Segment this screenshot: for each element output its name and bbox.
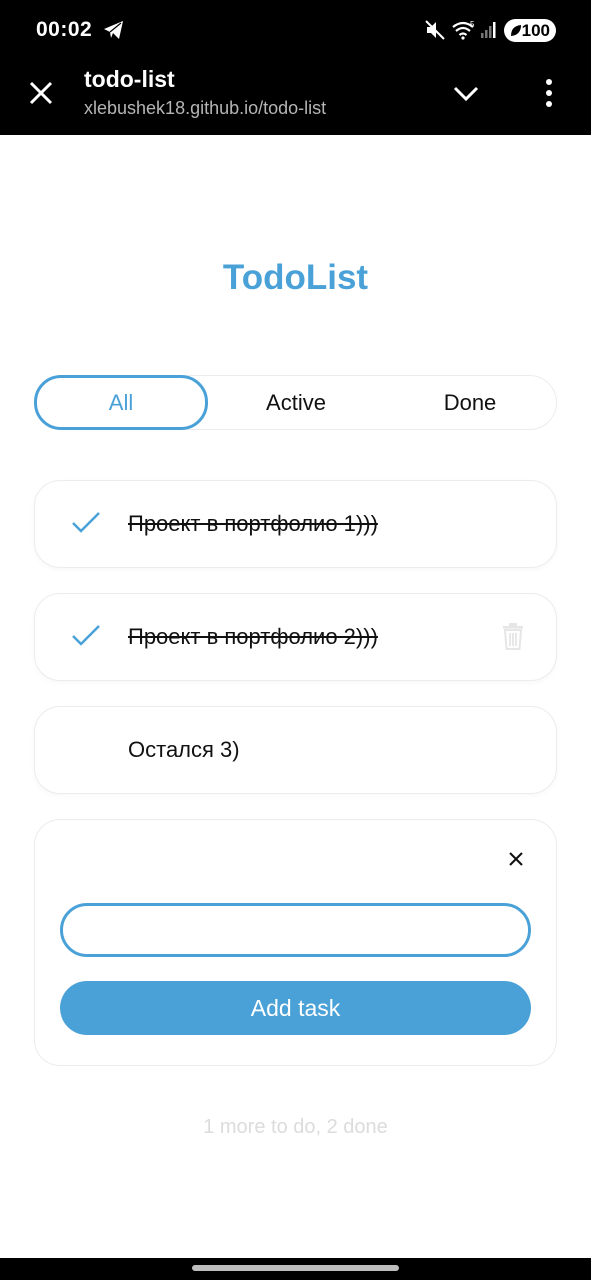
page-title: todo-list: [84, 66, 175, 92]
close-icon[interactable]: [28, 80, 54, 106]
filter-done-button[interactable]: Done: [383, 376, 557, 429]
page-url[interactable]: xlebushek18.github.io/todo-list: [84, 98, 326, 119]
home-indicator[interactable]: [192, 1265, 399, 1271]
app-title: TodoList: [222, 258, 369, 297]
add-task-panel: Add task: [34, 819, 557, 1066]
more-options-icon[interactable]: [538, 78, 560, 108]
task-item[interactable]: Остался 3): [34, 706, 557, 794]
filter-active-button[interactable]: Active: [209, 376, 383, 429]
mute-icon: [425, 20, 445, 40]
check-icon[interactable]: [71, 511, 101, 535]
task-text: Остался 3): [128, 737, 240, 762]
todo-app: TodoList All Active Done Проект в портфо…: [0, 135, 591, 1258]
wifi-standard-label: 5: [470, 20, 475, 29]
task-text: Проект в портфолио 2))): [128, 624, 378, 649]
signal-icon: [481, 22, 496, 38]
browser-toolbar: todo-list xlebushek18.github.io/todo-lis…: [0, 58, 591, 135]
chevron-down-icon[interactable]: [452, 82, 480, 104]
system-nav-bar: [0, 1258, 591, 1280]
wifi-icon: 5: [452, 20, 475, 40]
task-item[interactable]: Проект в портфолио 2))): [34, 593, 557, 681]
battery-level: 100: [521, 20, 550, 40]
filter-tabs: All Active Done: [34, 375, 557, 430]
check-icon[interactable]: [71, 624, 101, 648]
add-task-button[interactable]: Add task: [60, 981, 531, 1035]
filter-all-button[interactable]: All: [34, 375, 208, 430]
telegram-icon: [104, 21, 123, 39]
status-bar: 00:02 5 100: [0, 0, 591, 58]
task-item[interactable]: Проект в портфолио 1))): [34, 480, 557, 568]
new-task-input[interactable]: [60, 903, 531, 957]
leaf-icon: [511, 25, 521, 36]
close-panel-icon[interactable]: [508, 851, 524, 867]
status-time: 00:02: [36, 18, 93, 41]
battery-indicator: 100: [504, 19, 556, 42]
trash-icon[interactable]: [501, 622, 525, 650]
task-summary: 1 more to do, 2 done: [203, 1116, 388, 1138]
task-text: Проект в портфолио 1))): [128, 511, 378, 536]
